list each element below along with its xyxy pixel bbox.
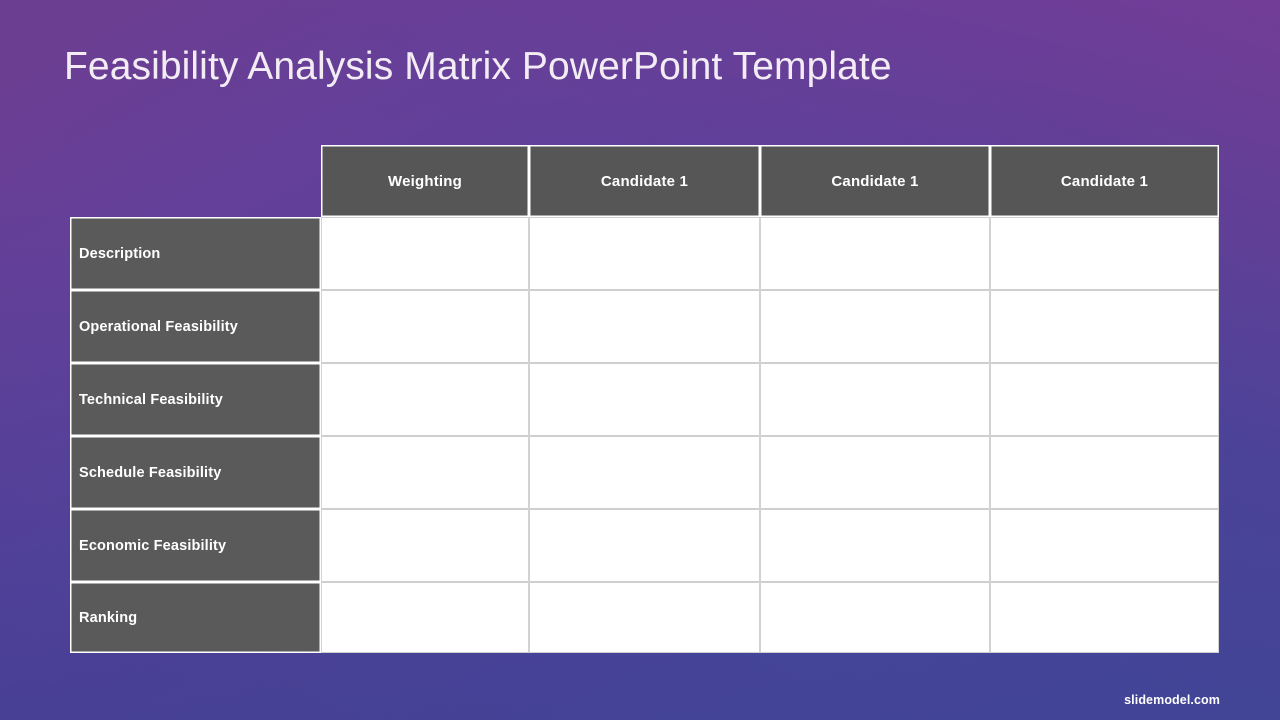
column-header-candidate-2[interactable]: Candidate 1: [760, 145, 990, 217]
row-label-schedule-feasibility[interactable]: Schedule Feasibility: [70, 436, 321, 509]
table-cell[interactable]: [321, 363, 529, 436]
table-cell[interactable]: [760, 509, 990, 582]
feasibility-matrix-table: Weighting Candidate 1 Candidate 1 Candid…: [70, 145, 1219, 653]
column-header-candidate-1[interactable]: Candidate 1: [529, 145, 760, 217]
page-title: Feasibility Analysis Matrix PowerPoint T…: [64, 45, 892, 88]
table-cell[interactable]: [529, 290, 760, 363]
row-label-ranking[interactable]: Ranking: [70, 582, 321, 653]
table-cell[interactable]: [760, 290, 990, 363]
column-header-candidate-3[interactable]: Candidate 1: [990, 145, 1219, 217]
table-cell[interactable]: [321, 509, 529, 582]
matrix-corner-cell: [70, 145, 321, 217]
table-cell[interactable]: [990, 363, 1219, 436]
slide-canvas: Feasibility Analysis Matrix PowerPoint T…: [0, 0, 1280, 720]
column-header-weighting[interactable]: Weighting: [321, 145, 529, 217]
row-label-operational-feasibility[interactable]: Operational Feasibility: [70, 290, 321, 363]
matrix-grid: Weighting Candidate 1 Candidate 1 Candid…: [70, 145, 1219, 653]
table-cell[interactable]: [321, 436, 529, 509]
table-cell[interactable]: [990, 509, 1219, 582]
table-cell[interactable]: [529, 509, 760, 582]
table-cell[interactable]: [529, 582, 760, 653]
table-cell[interactable]: [529, 363, 760, 436]
table-cell[interactable]: [990, 217, 1219, 290]
table-cell[interactable]: [529, 217, 760, 290]
table-cell[interactable]: [321, 582, 529, 653]
brand-watermark[interactable]: slidemodel.com: [1124, 693, 1220, 707]
table-cell[interactable]: [760, 436, 990, 509]
row-label-economic-feasibility[interactable]: Economic Feasibility: [70, 509, 321, 582]
table-cell[interactable]: [321, 290, 529, 363]
row-label-description[interactable]: Description: [70, 217, 321, 290]
table-cell[interactable]: [990, 436, 1219, 509]
table-cell[interactable]: [760, 363, 990, 436]
table-cell[interactable]: [760, 582, 990, 653]
table-cell[interactable]: [321, 217, 529, 290]
table-cell[interactable]: [990, 582, 1219, 653]
table-cell[interactable]: [760, 217, 990, 290]
row-label-technical-feasibility[interactable]: Technical Feasibility: [70, 363, 321, 436]
table-cell[interactable]: [990, 290, 1219, 363]
table-cell[interactable]: [529, 436, 760, 509]
